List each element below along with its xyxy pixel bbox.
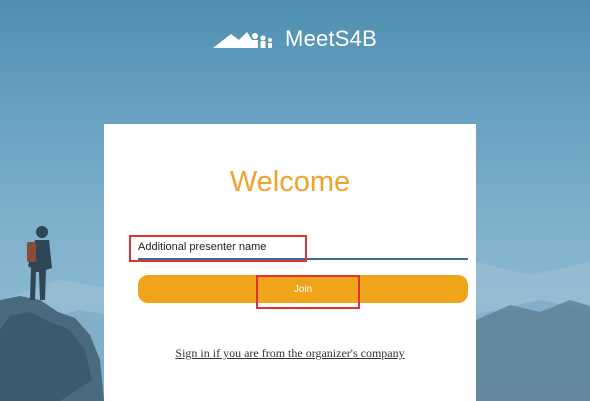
join-button[interactable]: Join — [138, 275, 468, 303]
welcome-title: Welcome — [229, 166, 351, 198]
brand-header: MeetS4B — [0, 26, 590, 52]
mountain-people-logo-icon — [213, 28, 277, 50]
login-page: MeetS4B Welcome Join Sign in if you are … — [0, 0, 590, 401]
organizer-signin-link[interactable]: Sign in if you are from the organizer's … — [104, 346, 476, 361]
join-card: Welcome Join Sign in if you are from the… — [104, 124, 476, 401]
presenter-name-input[interactable] — [138, 236, 468, 260]
brand-name: MeetS4B — [285, 26, 377, 51]
